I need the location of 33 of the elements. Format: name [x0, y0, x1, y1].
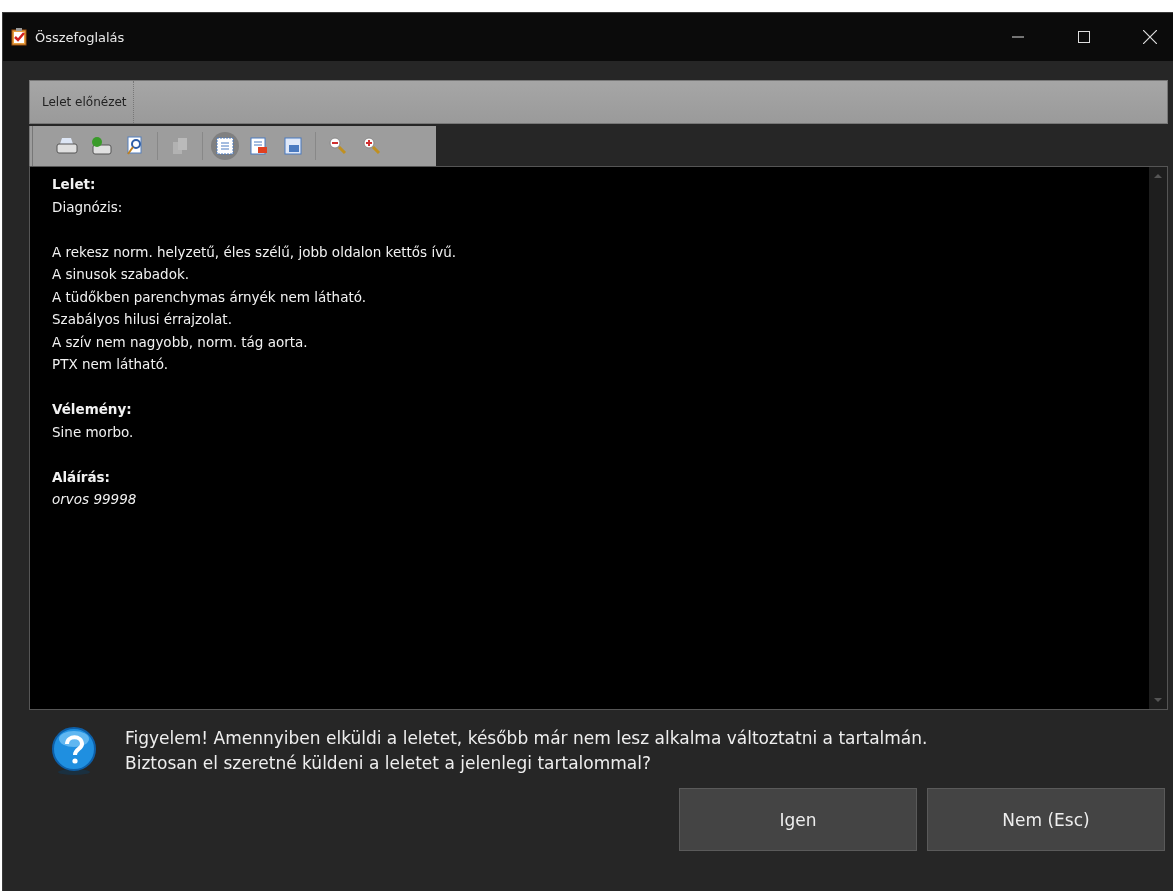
report-line: Diagnózis: [52, 198, 123, 215]
section-heading: Lelet: [52, 176, 96, 192]
no-button[interactable]: Nem (Esc) [927, 788, 1165, 851]
tab[interactable]: Lelet előnézet [30, 81, 134, 123]
document-export-icon [250, 137, 268, 155]
window-title: Összefoglalás [35, 29, 126, 45]
scrollbar[interactable] [1149, 167, 1167, 709]
close-icon [1143, 30, 1157, 44]
report-line: orvos 99998 [52, 491, 137, 507]
zoom-out-icon [328, 136, 348, 156]
toolbar-button[interactable] [211, 132, 239, 160]
report-line: Szabályos hilusi érrajzolat. [52, 311, 232, 327]
question-icon [51, 726, 97, 776]
zoom-in-icon [362, 136, 382, 156]
yes-button[interactable]: Igen [679, 788, 917, 851]
report-line: A rekesz norm. helyzetű, éles szélű, jobb oldalon kettős ívű. [52, 243, 456, 260]
report-line: Sine morbo. [52, 423, 134, 440]
warning-text: Biztosan el szeretné küldeni a leletet a jelenlegi tartalommal? [125, 752, 652, 775]
copy-icon [170, 136, 190, 156]
report-line: A tüdőkben parenchymas árnyék nem látható. [52, 288, 367, 305]
clipboard-check-icon [11, 28, 27, 46]
report-line: A szív nem nagyobb, norm. tág aorta. [52, 333, 308, 350]
page-list-icon [216, 137, 234, 155]
warning-text: Figyelem! Amennyiben elküldi a leletet, később már nem lesz alkalma változtatni a tartalmán. [125, 727, 928, 750]
printer-icon [56, 136, 78, 156]
page-magnifier-icon [125, 136, 145, 156]
printer-help-icon [90, 136, 112, 156]
maximize-icon [1078, 31, 1090, 43]
section-heading: Aláírás: [52, 468, 110, 485]
report-line: PTX nem látható. [52, 356, 168, 372]
report-line: A sinusok szabadok. [52, 266, 189, 282]
document-save-icon [284, 137, 302, 155]
section-heading: Vélemény: [52, 401, 132, 417]
